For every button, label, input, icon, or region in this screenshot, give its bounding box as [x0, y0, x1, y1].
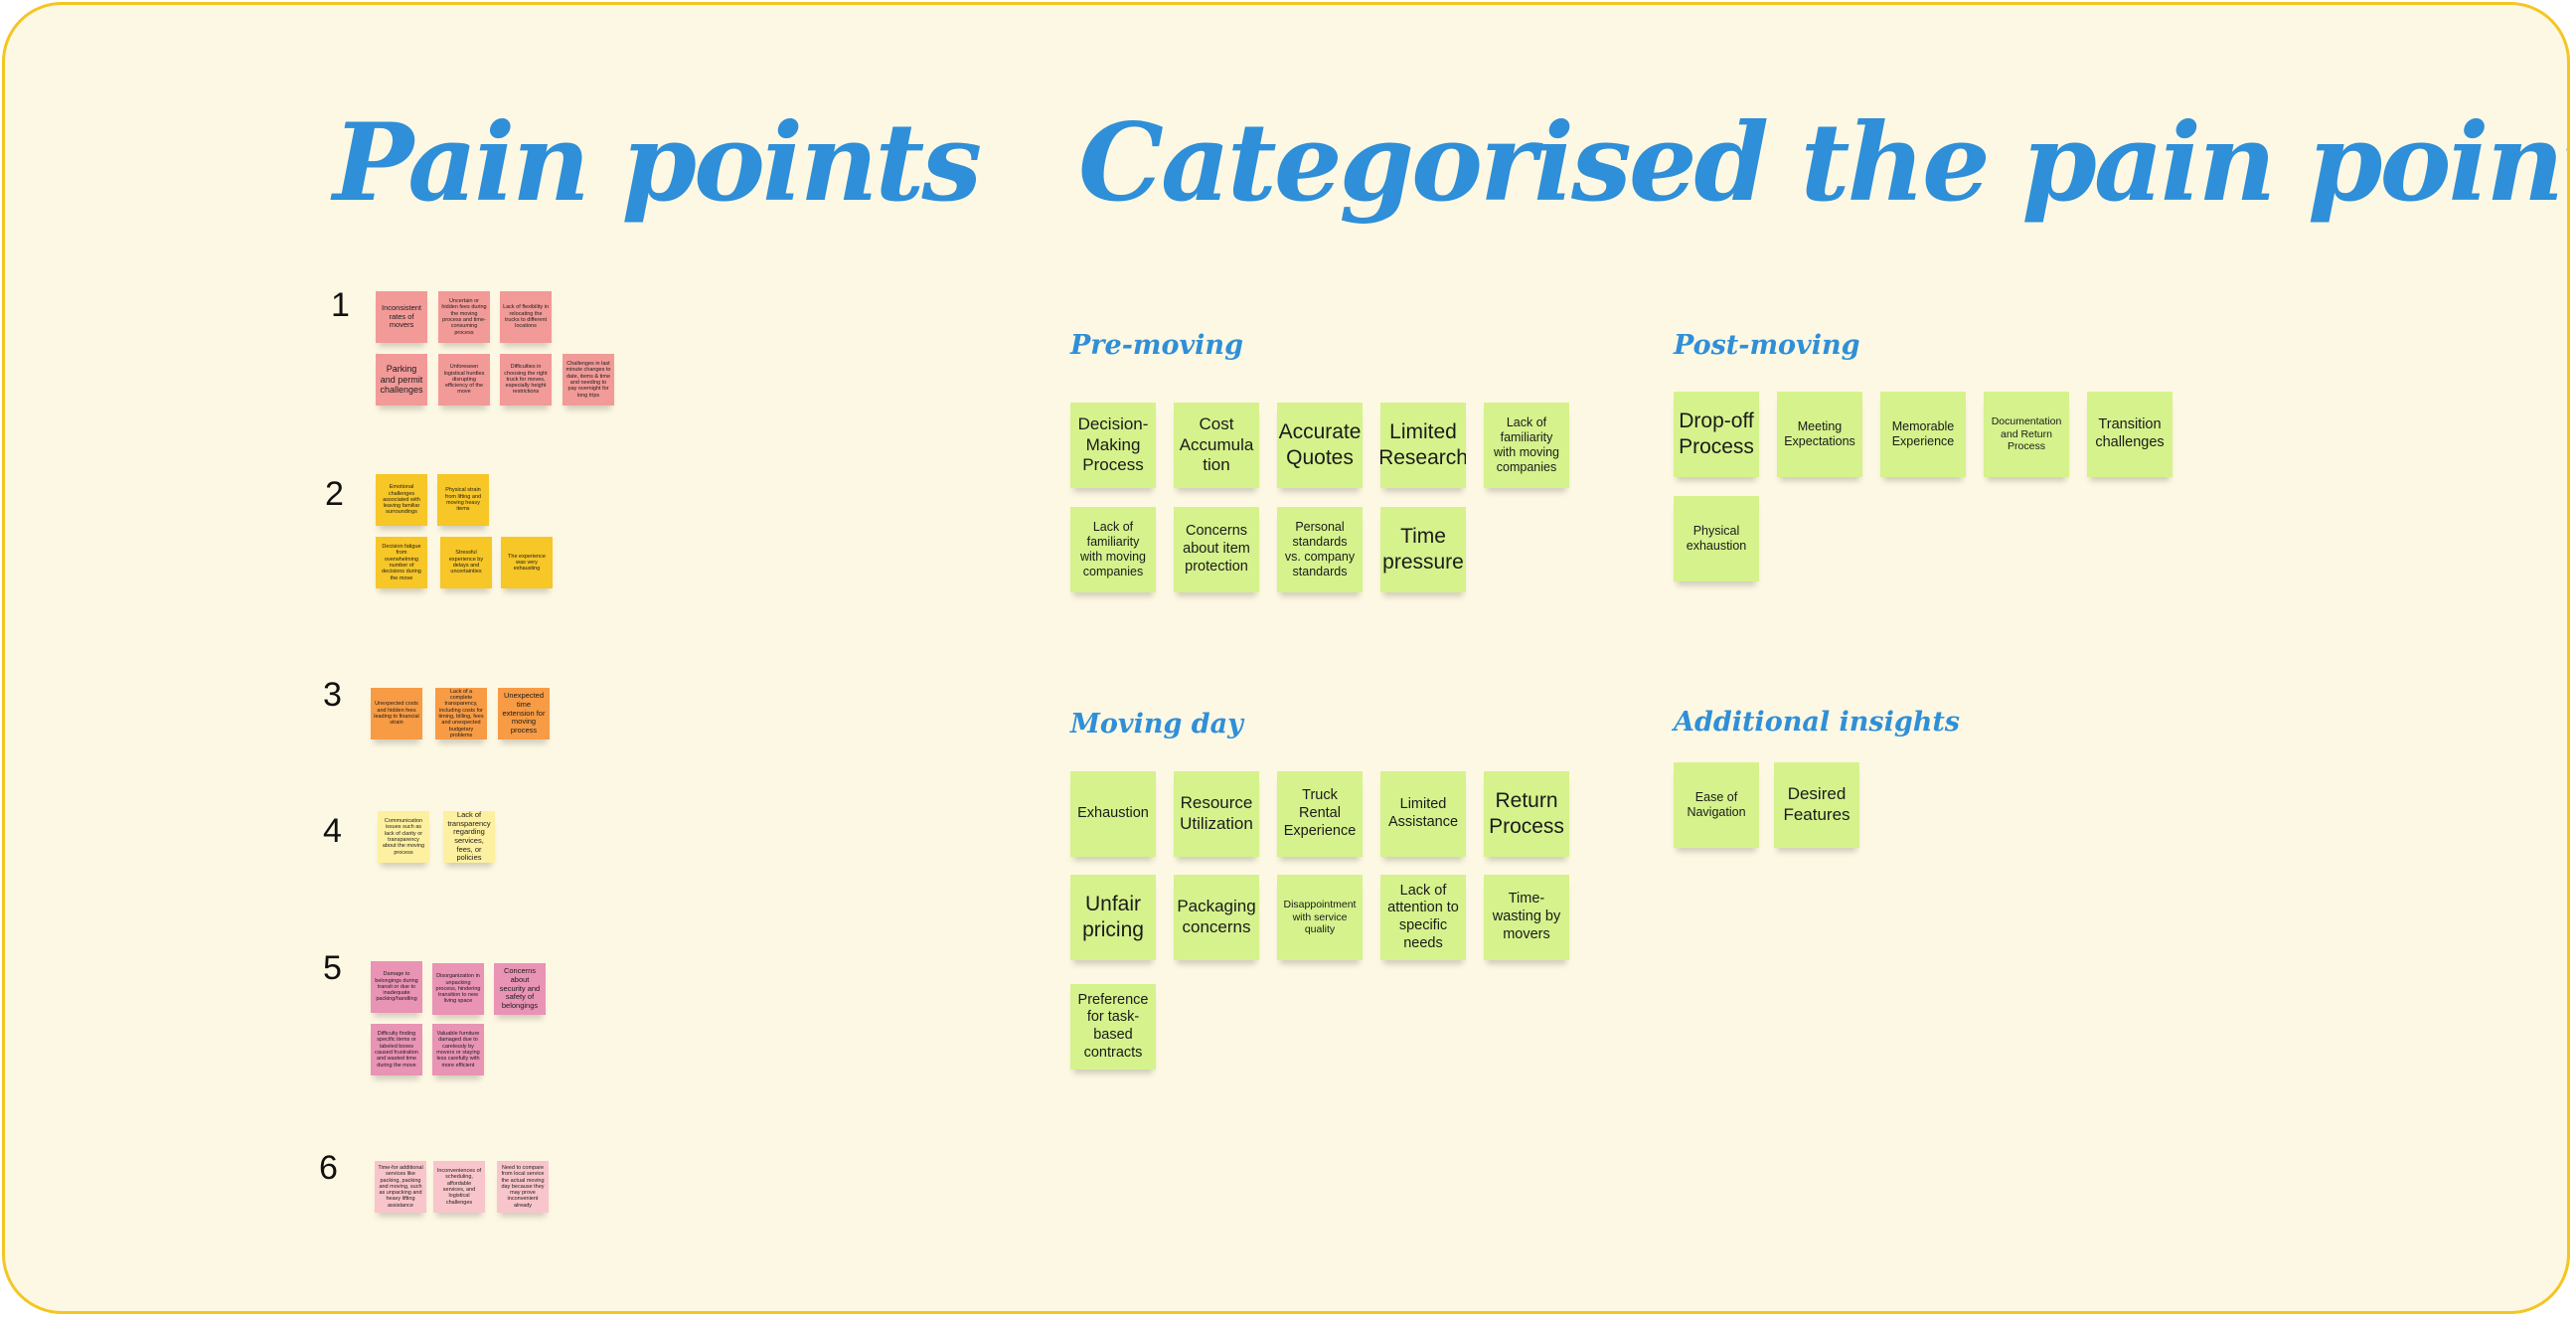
sticky-note[interactable]: Drop-off Process — [1674, 392, 1759, 477]
sticky-note[interactable]: Accurate Quotes — [1277, 403, 1363, 488]
sticky-note[interactable]: Disappointment with service quality — [1277, 875, 1363, 960]
pain-points-title: Pain points — [333, 100, 982, 226]
sticky-note[interactable]: Exhaustion — [1070, 771, 1156, 857]
whiteboard-canvas[interactable]: Pain points Categorised the pain points … — [2, 2, 2570, 1314]
sticky-note[interactable]: Inconveniences of scheduling, affordable… — [433, 1161, 485, 1213]
sticky-note[interactable]: Parking and permit challenges — [376, 354, 427, 406]
sticky-note[interactable]: Valuable furniture damaged due to carele… — [432, 1024, 484, 1075]
sticky-note[interactable]: Packaging concerns — [1174, 875, 1259, 960]
sticky-note[interactable]: The experience was very exhausting — [501, 537, 553, 588]
heading-post-moving: Post-moving — [1674, 330, 1860, 361]
sticky-note[interactable]: Lack of familiarity with moving companie… — [1070, 507, 1156, 592]
sticky-note[interactable]: Ease of Navigation — [1674, 762, 1759, 848]
row-number-4: 4 — [323, 812, 342, 850]
sticky-note[interactable]: Inconsistent rates of movers — [376, 291, 427, 343]
row-number-3: 3 — [323, 676, 342, 714]
sticky-note[interactable]: Transition challenges — [2087, 392, 2173, 477]
sticky-note[interactable]: Physical exhaustion — [1674, 496, 1759, 581]
sticky-note[interactable]: Personal standards vs. company standards — [1277, 507, 1363, 592]
sticky-note[interactable]: Return Process — [1484, 771, 1569, 857]
sticky-note[interactable]: Memorable Experience — [1880, 392, 1966, 477]
sticky-note[interactable]: Lack of flexibility in relocating the tr… — [500, 291, 552, 343]
sticky-note[interactable]: Need to compare from local service the a… — [497, 1161, 549, 1213]
categorised-title: Categorised the pain points — [1078, 100, 2570, 226]
sticky-note[interactable]: Challenges in last minute changes to dat… — [563, 354, 614, 406]
heading-pre-moving: Pre-moving — [1070, 330, 1243, 361]
sticky-note[interactable]: Difficulty finding specific items or lab… — [371, 1024, 422, 1075]
sticky-note[interactable]: Desired Features — [1774, 762, 1859, 848]
sticky-note[interactable]: Concerns about item protection — [1174, 507, 1259, 592]
sticky-note[interactable]: Lack of a complete transparency, includi… — [435, 688, 487, 740]
sticky-note[interactable]: Decision-Making Process — [1070, 403, 1156, 488]
heading-moving-day: Moving day — [1070, 709, 1243, 740]
sticky-note[interactable]: Lack of familiarity with moving companie… — [1484, 403, 1569, 488]
sticky-note[interactable]: Difficulties in choosing the right truck… — [500, 354, 552, 406]
sticky-note[interactable]: Stressful experience by delays and uncer… — [440, 537, 492, 588]
row-number-6: 6 — [319, 1149, 338, 1187]
row-number-2: 2 — [325, 475, 344, 513]
row-number-1: 1 — [331, 286, 350, 324]
sticky-note[interactable]: Unforeseen logistical hurdles disrupting… — [438, 354, 490, 406]
sticky-note[interactable]: Communication issues such as lack of cla… — [378, 811, 429, 863]
sticky-note[interactable]: Time-wasting by movers — [1484, 875, 1569, 960]
sticky-note[interactable]: Uncertain or hidden fees during the movi… — [438, 291, 490, 343]
sticky-note[interactable]: Damage to belongings during transit or d… — [371, 961, 422, 1013]
sticky-note[interactable]: Limited Assistance — [1380, 771, 1466, 857]
sticky-note[interactable]: Unexpected costs and hidden fees leading… — [371, 688, 422, 740]
sticky-note[interactable]: Meeting Expectations — [1777, 392, 1862, 477]
sticky-note[interactable]: Preference for task-based contracts — [1070, 984, 1156, 1070]
sticky-note[interactable]: Time-for additional services like packin… — [375, 1161, 426, 1213]
sticky-note[interactable]: Resource Utilization — [1174, 771, 1259, 857]
sticky-note[interactable]: Unexpected time extension for moving pro… — [498, 688, 550, 740]
sticky-note[interactable]: Emotional challenges associated with lea… — [376, 474, 427, 526]
sticky-note[interactable]: Limited Research — [1380, 403, 1466, 488]
sticky-note[interactable]: Truck Rental Experience — [1277, 771, 1363, 857]
sticky-note[interactable]: Lack of transparency regarding services,… — [443, 811, 495, 863]
sticky-note[interactable]: Cost Accumula tion — [1174, 403, 1259, 488]
sticky-note[interactable]: Lack of attention to specific needs — [1380, 875, 1466, 960]
sticky-note[interactable]: Disorganization in unpacking process, hi… — [432, 963, 484, 1015]
heading-additional-insights: Additional insights — [1674, 707, 1961, 738]
sticky-note[interactable]: Time pressure — [1380, 507, 1466, 592]
sticky-note[interactable]: Decision fatigue from overwhelming numbe… — [376, 537, 427, 588]
sticky-note[interactable]: Concerns about security and safety of be… — [494, 963, 546, 1015]
row-number-5: 5 — [323, 949, 342, 987]
sticky-note[interactable]: Unfair pricing — [1070, 875, 1156, 960]
sticky-note[interactable]: Documentation and Return Process — [1984, 392, 2069, 477]
sticky-note[interactable]: Physical strain from lifting and moving … — [437, 474, 489, 526]
